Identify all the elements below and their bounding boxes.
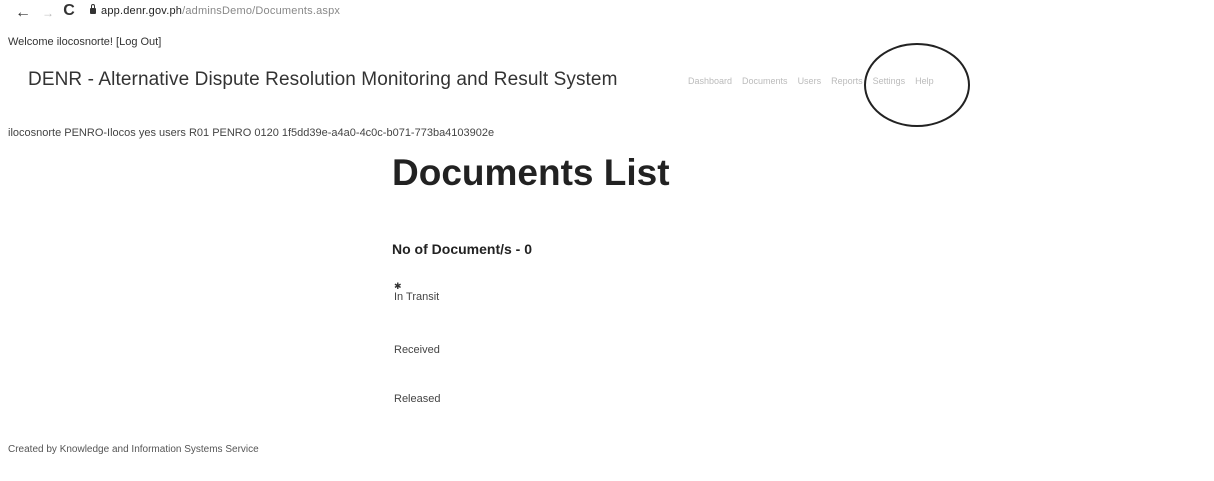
nav-item-reports[interactable]: Reports <box>831 76 863 86</box>
url-path: /adminsDemo/Documents.aspx <box>182 5 341 17</box>
user-info: ilocosnorte PENRO-Ilocos yes users R01 P… <box>8 127 495 139</box>
status-in-transit[interactable]: In Transit <box>394 291 439 303</box>
forward-arrow-icon[interactable]: → <box>41 5 55 21</box>
lock-icon <box>90 4 96 14</box>
welcome-bar: Welcome ilocosnorte! [Log Out] <box>8 36 161 48</box>
logout-link[interactable]: Log Out <box>119 36 158 48</box>
site-title: DENR - Alternative Dispute Resolution Mo… <box>28 69 618 90</box>
nav-item-users[interactable]: Users <box>798 76 822 86</box>
highlight-circle <box>864 43 970 127</box>
back-arrow-icon[interactable]: ← <box>14 5 32 21</box>
address-bar[interactable]: app.denr.gov.ph/adminsDemo/Documents.asp… <box>101 5 340 17</box>
browser-toolbar: ← → C app.denr.gov.ph/adminsDemo/Documen… <box>0 0 1214 26</box>
footer-credit: Created by Knowledge and Information Sys… <box>8 444 259 455</box>
welcome-close: ] <box>158 36 162 48</box>
nav-item-documents[interactable]: Documents <box>742 76 788 86</box>
nav-item-dashboard[interactable]: Dashboard <box>688 76 732 86</box>
reload-icon[interactable]: C <box>60 3 78 19</box>
page-title: Documents List <box>392 152 670 193</box>
url-domain: app.denr.gov.ph <box>101 5 183 17</box>
status-received[interactable]: Received <box>394 344 440 356</box>
welcome-text: Welcome ilocosnorte! [ <box>8 36 120 48</box>
document-count: No of Document/s - 0 <box>392 241 533 257</box>
status-released[interactable]: Released <box>394 393 440 405</box>
